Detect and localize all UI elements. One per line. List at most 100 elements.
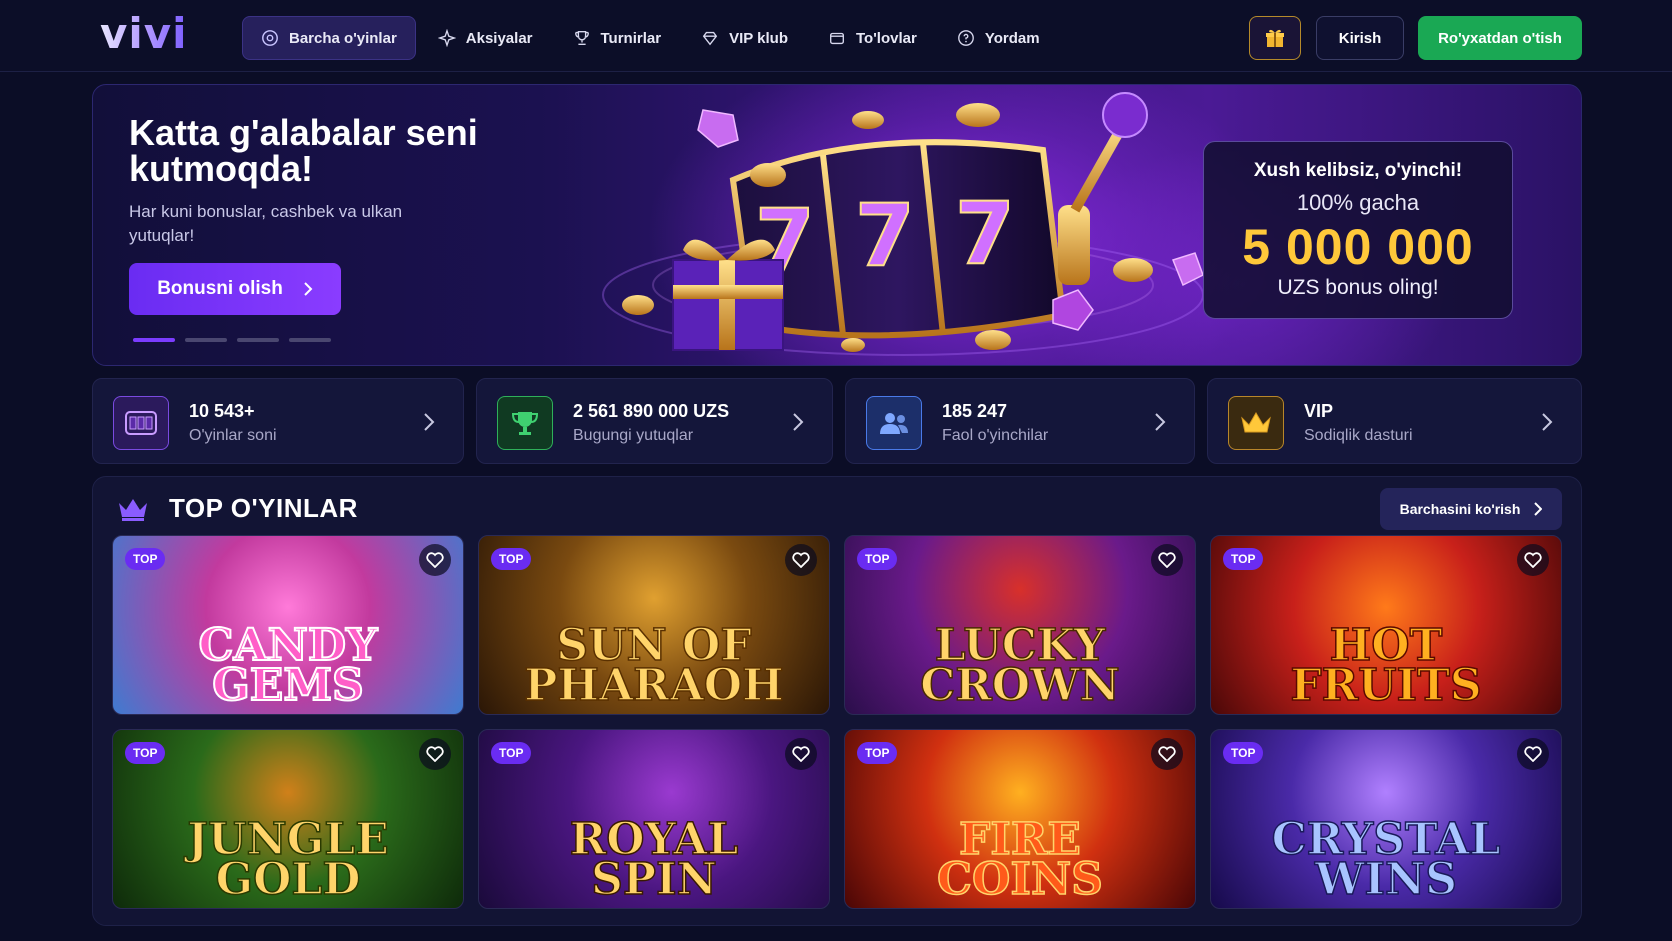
game-title: Royal Spin: [569, 814, 739, 905]
nav-payments-label: To'lovlar: [856, 29, 917, 47]
crown-icon: [1228, 396, 1284, 450]
heart-icon: [792, 746, 810, 762]
get-bonus-label: Bonusni olish: [157, 278, 283, 299]
promo-amount: 5 000 000: [1242, 219, 1474, 275]
stat-vip-program[interactable]: VIP Sodiqlik dasturi: [1207, 378, 1582, 464]
nav-all-games[interactable]: Barcha o'yinlar: [242, 16, 416, 60]
see-all-label: Barchasini ko'rish: [1399, 501, 1521, 517]
stat-value: 10 543+: [189, 401, 255, 421]
nav-vip-club[interactable]: VIP klub: [683, 16, 806, 60]
chevron-right-icon: [1155, 413, 1166, 431]
game-card-candy-gems[interactable]: Candy Gems TOP: [112, 535, 464, 715]
stat-label: Bugungi yutuqlar: [573, 427, 694, 444]
stat-value: VIP: [1304, 401, 1334, 421]
nav-tournaments[interactable]: Turnirlar: [555, 16, 680, 60]
gift-button[interactable]: [1249, 16, 1301, 60]
slider-dot[interactable]: [289, 338, 331, 342]
favorite-button[interactable]: [1517, 738, 1549, 770]
top-badge: TOP: [857, 742, 898, 764]
heart-icon: [1158, 746, 1176, 762]
slider-dots: [133, 338, 331, 342]
slider-dot[interactable]: [185, 338, 227, 342]
heart-icon: [792, 552, 810, 568]
game-card-royal-spin[interactable]: Royal Spin TOP: [478, 729, 830, 909]
top-badge: TOP: [125, 742, 166, 764]
chevron-right-icon: [1542, 413, 1553, 431]
game-card-sun-of-pharaoh[interactable]: Sun of Pharaoh TOP: [478, 535, 830, 715]
stat-today-winnings[interactable]: 2 561 890 000 UZS Bugungi yutuqlar: [476, 378, 833, 464]
main-nav: Barcha o'yinlar Aksiyalar Turnirlar VIP …: [242, 16, 1062, 60]
diamond-icon: [702, 31, 718, 46]
stat-games-count[interactable]: 10 543+ O'yinlar soni: [92, 378, 464, 464]
top-badge: TOP: [857, 548, 898, 570]
register-button[interactable]: Ro'yxatdan o'tish: [1418, 16, 1582, 60]
chevron-right-icon: [793, 413, 804, 431]
game-card-hot-fruits[interactable]: Hot Fruits TOP: [1210, 535, 1562, 715]
game-title: Jungle Gold: [187, 814, 390, 905]
svg-text:7: 7: [855, 186, 915, 286]
heart-icon: [426, 746, 444, 762]
nav-vip-club-label: VIP klub: [729, 29, 788, 47]
favorite-button[interactable]: [419, 544, 451, 576]
top-header: vivi Barcha o'yinlar Aksiyalar Turnirlar…: [0, 0, 1672, 72]
slot-machine-icon: [113, 396, 169, 450]
heart-icon: [1524, 552, 1542, 568]
nav-tournaments-label: Turnirlar: [600, 29, 662, 47]
stat-value: 185 247: [942, 401, 1008, 421]
section-title: TOP O'YINLAR: [169, 493, 358, 523]
heart-icon: [426, 552, 444, 568]
crown-icon: [119, 499, 147, 521]
chevron-right-icon: [1534, 502, 1543, 516]
favorite-button[interactable]: [785, 544, 817, 576]
stat-label: Faol o'yinchilar: [942, 427, 1049, 444]
users-icon: [866, 396, 922, 450]
top-games-section: TOP O'YINLAR Barchasini ko'rish Candy Ge…: [92, 476, 1582, 926]
game-title: Candy Gems: [198, 620, 379, 711]
nav-help-label: Yordam: [984, 29, 1040, 47]
nav-all-games-label: Barcha o'yinlar: [289, 29, 397, 47]
nav-payments[interactable]: To'lovlar: [810, 16, 935, 60]
stat-label: Sodiqlik dasturi: [1304, 427, 1413, 444]
stat-label: O'yinlar soni: [189, 427, 277, 444]
game-title: Sun of Pharaoh: [524, 620, 785, 711]
nav-help[interactable]: Yordam: [939, 16, 1058, 60]
stat-active-players[interactable]: 185 247 Faol o'yinchilar: [845, 378, 1195, 464]
heart-icon: [1524, 746, 1542, 762]
game-title: Lucky Crown: [919, 620, 1120, 711]
top-badge: TOP: [491, 742, 532, 764]
top-badge: TOP: [125, 548, 166, 570]
chevron-right-icon: [304, 282, 313, 296]
promo-tail: UZS bonus oling!: [1277, 276, 1439, 299]
sparkle-icon: [437, 29, 456, 47]
game-card-jungle-gold[interactable]: Jungle Gold TOP: [112, 729, 464, 909]
top-badge: TOP: [1223, 548, 1264, 570]
favorite-button[interactable]: [1151, 544, 1183, 576]
get-bonus-button[interactable]: Bonusni olish: [129, 263, 341, 315]
top-badge: TOP: [1223, 742, 1264, 764]
gift-icon: [1266, 29, 1284, 47]
login-button[interactable]: Kirish: [1316, 16, 1404, 60]
game-card-crystal-wins[interactable]: Crystal Wins TOP: [1210, 729, 1562, 909]
stat-value: 2 561 890 000 UZS: [573, 401, 730, 421]
favorite-button[interactable]: [785, 738, 817, 770]
heart-icon: [1158, 552, 1176, 568]
promo-welcome: Xush kelibsiz, o'yinchi!: [1253, 160, 1463, 181]
game-title: Crystal Wins: [1271, 814, 1501, 905]
favorite-button[interactable]: [1151, 738, 1183, 770]
slider-dot[interactable]: [237, 338, 279, 342]
see-all-button[interactable]: Barchasini ko'rish: [1380, 488, 1562, 530]
game-title: Hot Fruits: [1290, 620, 1483, 711]
game-card-lucky-crown[interactable]: Lucky Crown TOP: [844, 535, 1196, 715]
chevron-right-icon: [424, 413, 435, 431]
slider-dot[interactable]: [133, 338, 175, 342]
trophy-icon: [497, 396, 553, 450]
svg-text:7: 7: [955, 184, 1015, 284]
top-badge: TOP: [491, 548, 532, 570]
favorite-button[interactable]: [419, 738, 451, 770]
welcome-promo-box: Xush kelibsiz, o'yinchi! 100% gacha 5 00…: [1203, 141, 1513, 319]
hero-banner: Katta g'alabalar seni kutmoqda! Har kuni…: [92, 84, 1582, 366]
logo[interactable]: vivi: [100, 10, 188, 58]
game-card-fire-coins[interactable]: Fire Coins TOP: [844, 729, 1196, 909]
favorite-button[interactable]: [1517, 544, 1549, 576]
nav-promotions[interactable]: Aksiyalar: [420, 16, 551, 60]
